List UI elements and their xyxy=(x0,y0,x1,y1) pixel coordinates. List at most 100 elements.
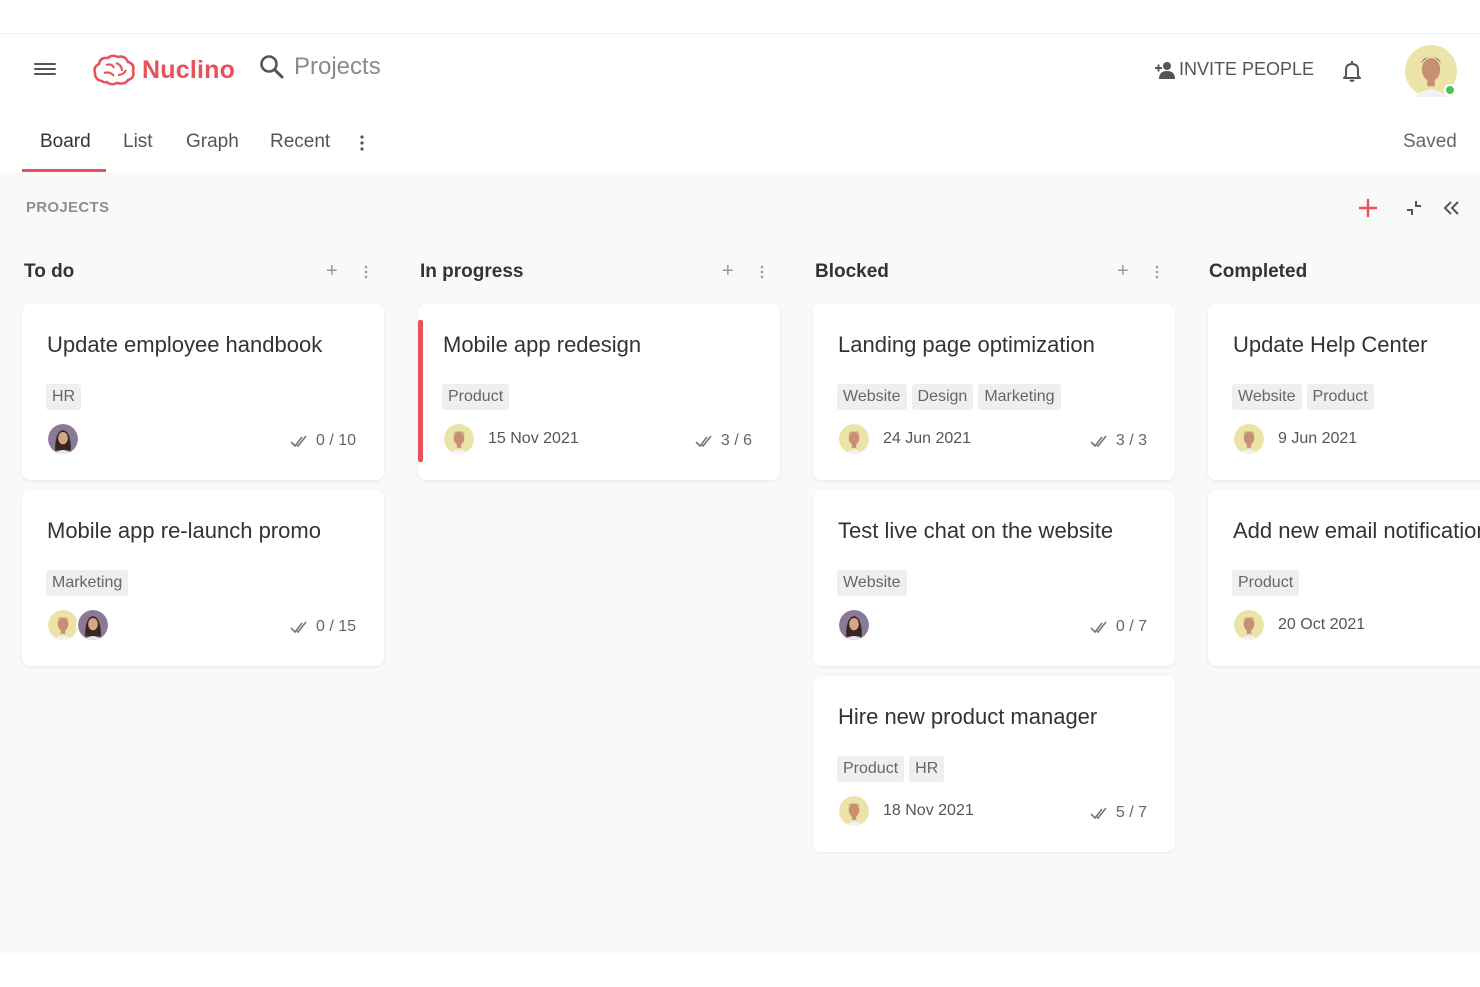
invite-people-button[interactable]: INVITE PEOPLE xyxy=(1154,59,1314,80)
double-chevron-left-icon[interactable] xyxy=(1441,197,1463,219)
double-check-icon xyxy=(1090,620,1108,634)
plus-icon[interactable]: + xyxy=(1117,260,1129,283)
tag[interactable]: Product xyxy=(1306,384,1374,410)
card-tags: Product HR xyxy=(837,756,945,782)
due-date: 9 Jun 2021 xyxy=(1278,430,1358,447)
tag[interactable]: HR xyxy=(46,384,82,410)
tab-list[interactable]: List xyxy=(123,131,153,153)
tag[interactable]: Marketing xyxy=(46,570,129,596)
card-footer: 20 Oct 2021 xyxy=(1232,608,1365,642)
card-title: Test live chat on the website xyxy=(838,518,1114,543)
tag[interactable]: Website xyxy=(837,384,907,410)
checklist-progress: 3 / 6 xyxy=(695,432,752,450)
card-footer xyxy=(46,608,110,642)
assignee-avatar[interactable] xyxy=(837,608,871,642)
double-check-icon xyxy=(1090,806,1108,820)
tag[interactable]: HR xyxy=(909,756,945,782)
card-footer: 24 Jun 2021 xyxy=(837,422,971,456)
logo[interactable]: Nuclino xyxy=(92,52,235,88)
card-tags: Website Product xyxy=(1232,384,1374,410)
add-person-icon xyxy=(1155,61,1175,79)
column-menu-icon[interactable] xyxy=(1154,265,1160,279)
search-bar[interactable]: Projects xyxy=(258,53,381,81)
card-title: Update Help Center xyxy=(1233,332,1428,357)
assignee-avatar[interactable] xyxy=(837,422,871,456)
card-tags: Product xyxy=(442,384,510,410)
brain-icon xyxy=(93,54,135,86)
card-footer: 18 Nov 2021 xyxy=(837,794,974,828)
due-date: 24 Jun 2021 xyxy=(883,430,972,447)
double-check-icon xyxy=(1090,434,1108,448)
tag[interactable]: Product xyxy=(442,384,510,410)
card-title: Landing page optimization xyxy=(838,332,1095,357)
card-tags: Marketing xyxy=(46,570,129,596)
tab-board[interactable]: Board xyxy=(40,131,91,153)
checklist-progress: 0 / 15 xyxy=(290,618,356,636)
plus-icon[interactable]: + xyxy=(326,260,338,283)
tag[interactable]: Marketing xyxy=(978,384,1061,410)
card[interactable]: Mobile app re-launch promo Marketing 0 /… xyxy=(22,490,384,666)
column-menu-icon[interactable] xyxy=(363,265,369,279)
view-tabs: Board List Graph Recent Saved xyxy=(0,107,1480,173)
hamburger-icon[interactable] xyxy=(34,60,56,80)
plus-icon[interactable]: + xyxy=(722,260,734,283)
column-title-blocked: Blocked xyxy=(815,261,889,282)
checklist-progress: 0 / 10 xyxy=(290,432,356,450)
bell-icon[interactable] xyxy=(1340,59,1364,83)
assignee-avatar[interactable] xyxy=(76,608,110,642)
tag[interactable]: Design xyxy=(911,384,974,410)
save-status: Saved xyxy=(1403,131,1457,152)
tag[interactable]: Website xyxy=(1232,384,1302,410)
card[interactable]: Landing page optimization Website Design… xyxy=(813,304,1175,480)
plus-icon[interactable] xyxy=(1357,197,1379,219)
assignee-avatar[interactable] xyxy=(46,422,80,456)
card-footer: 9 Jun 2021 xyxy=(1232,422,1357,456)
card-title: Mobile app re-launch promo xyxy=(47,518,321,543)
board-title: PROJECTS xyxy=(26,199,110,216)
invite-label: INVITE PEOPLE xyxy=(1179,59,1315,79)
card[interactable]: Update Help Center Website Product 9 Jun… xyxy=(1208,304,1480,480)
double-check-icon xyxy=(290,434,308,448)
double-check-icon xyxy=(290,620,308,634)
app-header: Nuclino Projects INVITE PEOPLE xyxy=(0,35,1480,107)
tab-recent[interactable]: Recent xyxy=(270,131,330,153)
board: PROJECTS To do + Update employee handboo… xyxy=(0,173,1480,953)
column-title-completed: Completed xyxy=(1209,261,1308,282)
card[interactable]: Mobile app redesign Product 15 Nov 2021 … xyxy=(418,304,780,480)
card[interactable]: Test live chat on the website Website 0 … xyxy=(813,490,1175,666)
assignee-avatar[interactable] xyxy=(442,422,476,456)
card-footer xyxy=(837,608,871,642)
card-footer: 15 Nov 2021 xyxy=(442,422,579,456)
assignee-avatar[interactable] xyxy=(837,794,871,828)
column-title-todo: To do xyxy=(24,261,75,282)
search-input[interactable]: Projects xyxy=(294,53,381,81)
due-date: 20 Oct 2021 xyxy=(1278,616,1366,633)
double-check-icon xyxy=(695,434,713,448)
assignee-avatar[interactable] xyxy=(46,608,80,642)
column-title-in-progress: In progress xyxy=(420,261,524,282)
card[interactable]: Update employee handbook HR 0 / 10 xyxy=(22,304,384,480)
tag[interactable]: Product xyxy=(1232,570,1300,596)
assignee-avatar[interactable] xyxy=(1232,608,1266,642)
due-date: 18 Nov 2021 xyxy=(883,802,974,819)
card-title: Hire new product manager xyxy=(838,704,1098,729)
tab-graph[interactable]: Graph xyxy=(186,131,239,153)
card-title: Update employee handbook xyxy=(47,332,323,357)
card-footer xyxy=(46,422,80,456)
card[interactable]: Hire new product manager Product HR 18 N… xyxy=(813,676,1175,852)
card-tags: Product xyxy=(1232,570,1300,596)
more-tabs-icon[interactable] xyxy=(358,135,366,151)
column-menu-icon[interactable] xyxy=(759,265,765,279)
card-title: Mobile app redesign xyxy=(443,332,642,357)
card-tags: Website xyxy=(837,570,907,596)
checklist-progress: 0 / 7 xyxy=(1090,618,1147,636)
card-tags: Website Design Marketing xyxy=(837,384,1061,410)
search-icon xyxy=(260,55,284,79)
assignee-avatar[interactable] xyxy=(1232,422,1266,456)
card[interactable]: Add new email notifications Product 20 O… xyxy=(1208,490,1480,666)
collapse-icon[interactable] xyxy=(1403,197,1425,219)
app-name: Nuclino xyxy=(142,55,236,84)
due-date: 15 Nov 2021 xyxy=(488,430,579,447)
tag[interactable]: Website xyxy=(837,570,907,596)
tag[interactable]: Product xyxy=(837,756,905,782)
